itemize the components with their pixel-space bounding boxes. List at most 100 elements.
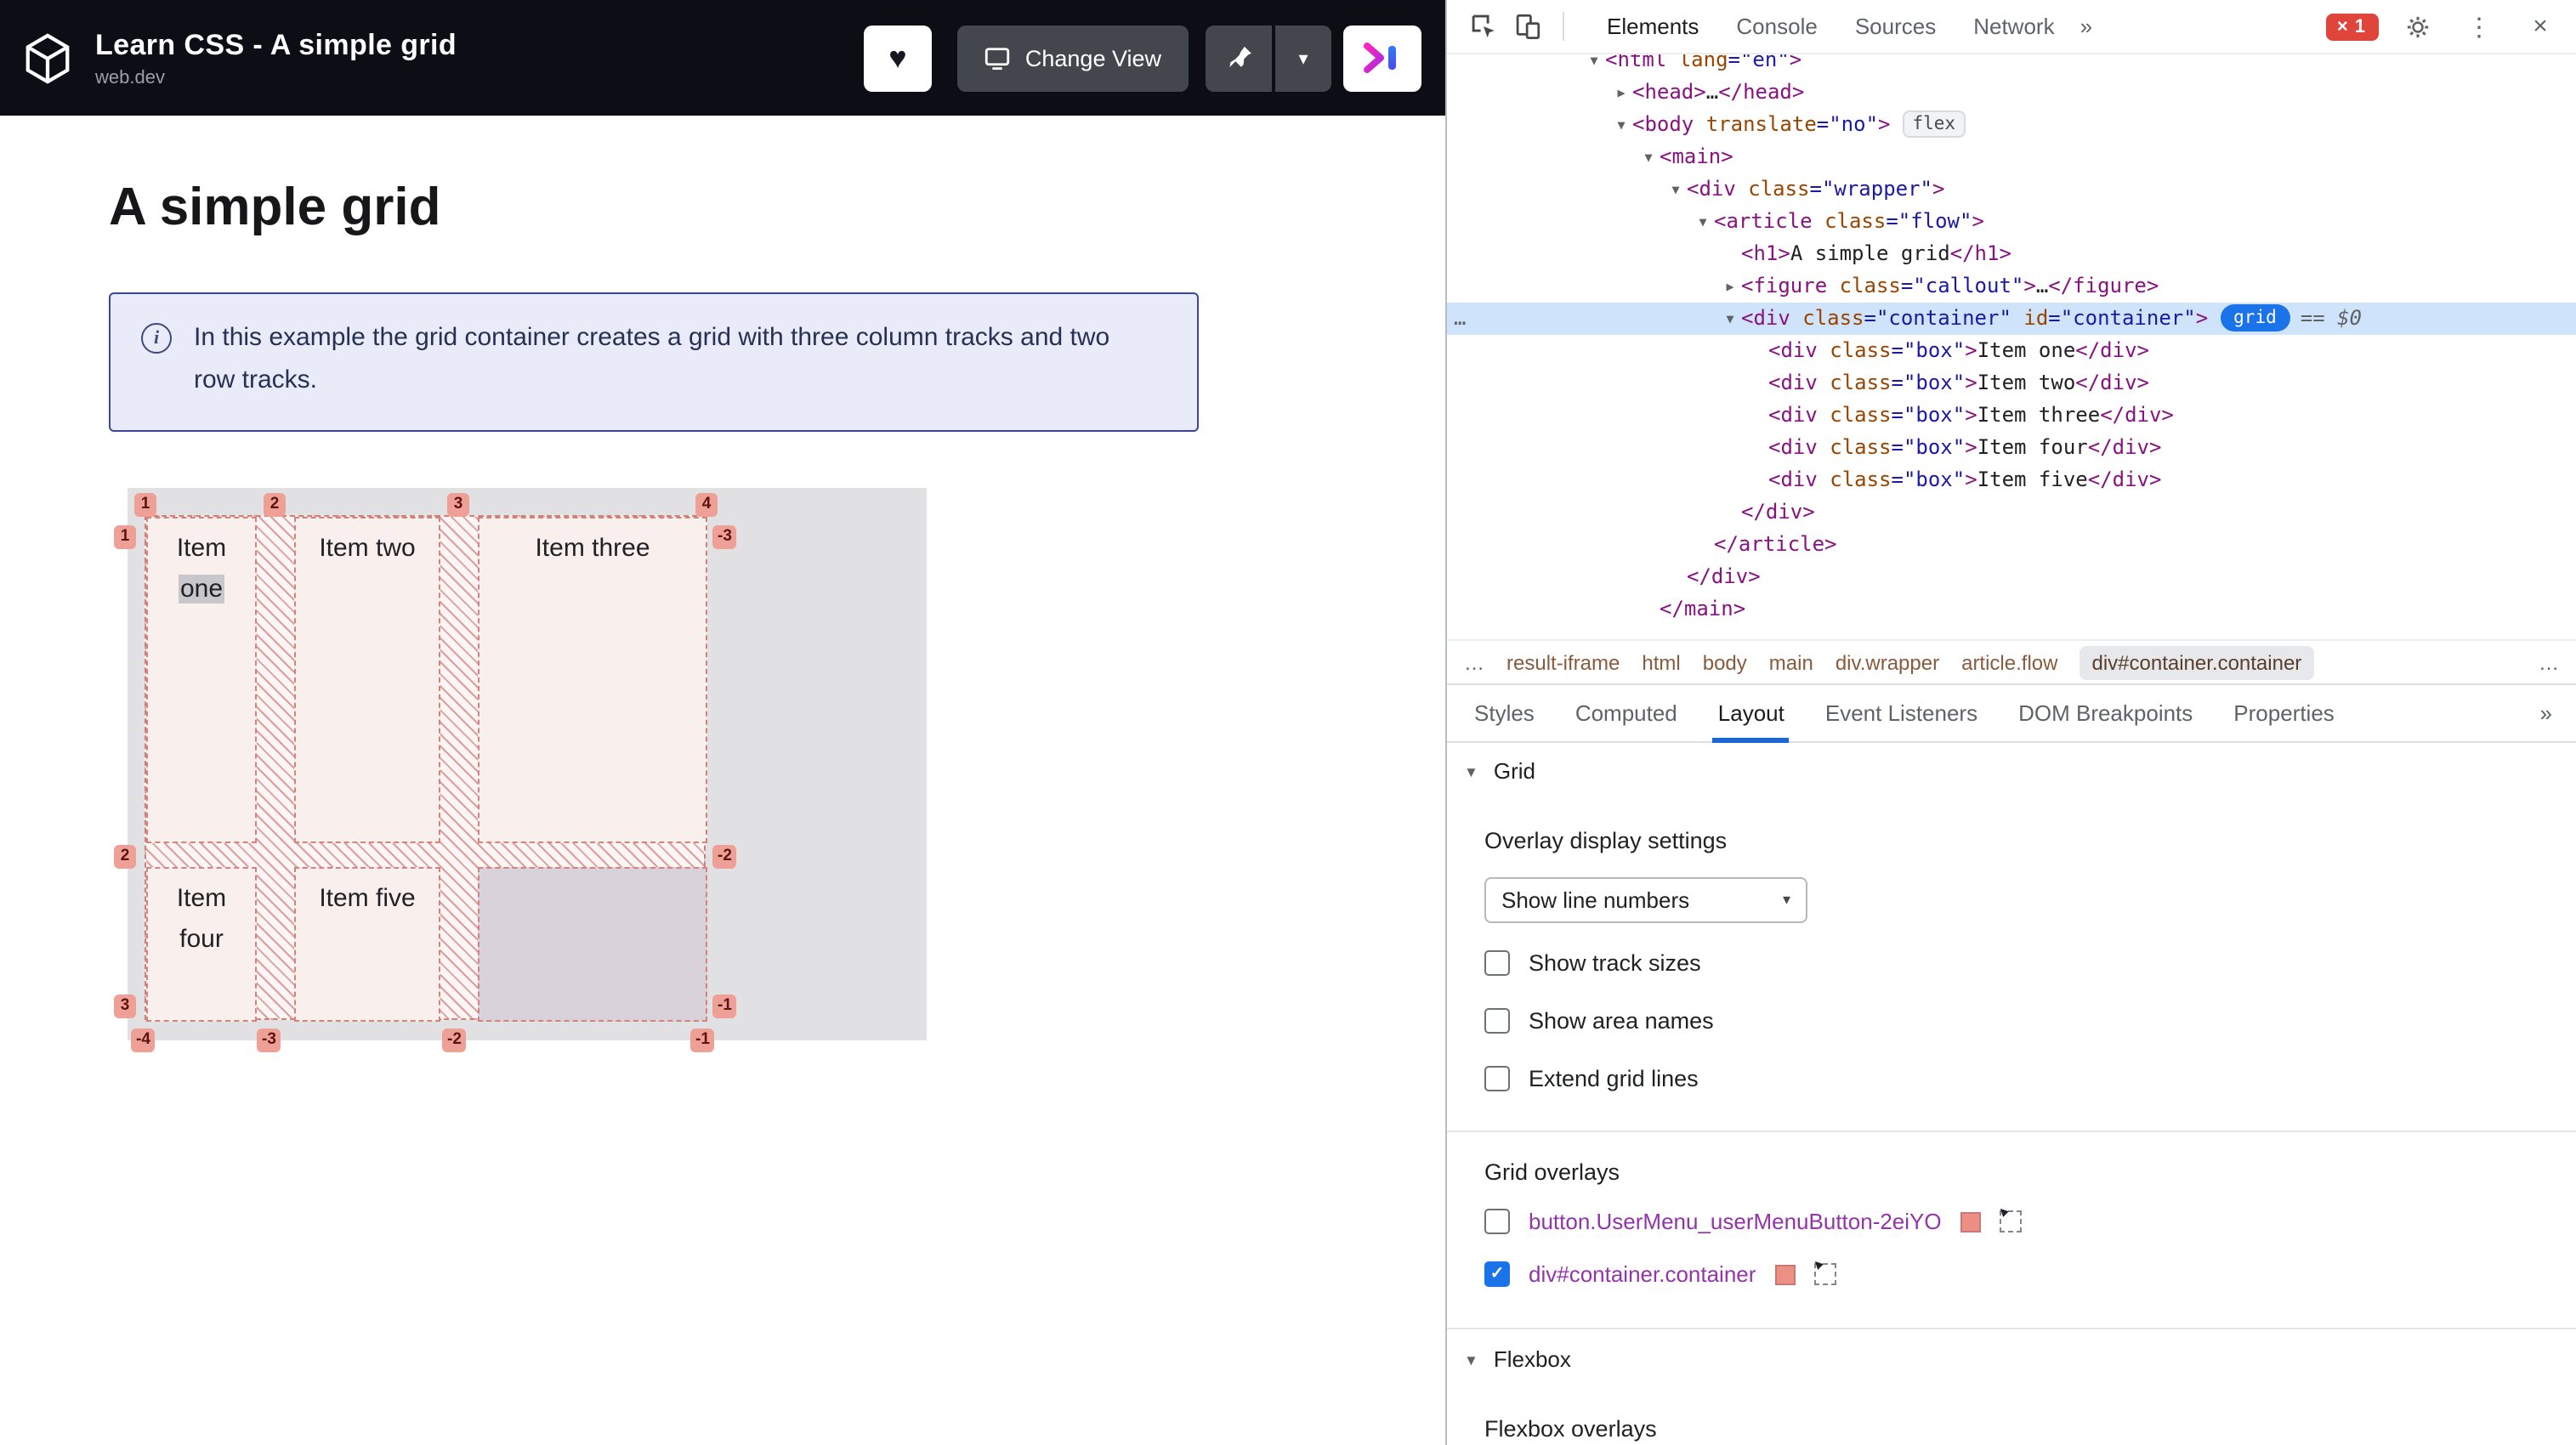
dom-tree-node[interactable]: ▼ <body translate="no"> flex	[1447, 109, 2576, 141]
display-setting-row[interactable]: Show area names	[1447, 991, 2576, 1049]
overlay-color-swatch[interactable]	[1960, 1211, 1981, 1232]
dom-tree-node[interactable]: ▶ <figure class="callout">…</figure>	[1447, 270, 2576, 303]
sidebar-tab-styles[interactable]: Styles	[1454, 684, 1555, 742]
dom-tree-node[interactable]: </div>	[1447, 496, 2576, 529]
grid-overlay-row[interactable]: button.UserMenu_userMenuButton-2eiYO	[1447, 1195, 2576, 1248]
checkbox[interactable]	[1484, 1007, 1510, 1033]
header-actions: ♥ Change View ▾	[863, 25, 1421, 91]
device-toolbar-icon[interactable]	[1505, 4, 1549, 48]
dom-tree-node[interactable]: ▼ <div class="wrapper">	[1447, 173, 2576, 206]
select-element-icon[interactable]	[1813, 1263, 1836, 1285]
toggle-expanded-icon[interactable]: ▼	[1585, 54, 1603, 76]
inspect-element-icon[interactable]	[1461, 4, 1505, 48]
more-panels-icon[interactable]: »	[2074, 14, 2099, 39]
open-in-editor-button[interactable]	[1343, 25, 1421, 91]
code-token: </div>	[1741, 500, 1815, 524]
checkbox[interactable]: ✓	[1484, 1261, 1510, 1287]
flex-badge[interactable]: flex	[1902, 110, 1966, 138]
panel-tab-sources[interactable]: Sources	[1836, 0, 1955, 54]
toggle-collapsed-icon[interactable]: ▶	[1612, 76, 1631, 109]
breadcrumb-item[interactable]: …	[1464, 650, 1484, 674]
grid-badge[interactable]: grid	[2220, 304, 2290, 332]
overlay-color-swatch[interactable]	[1774, 1264, 1796, 1284]
dom-tree-node[interactable]: <div class="box">Item three</div>	[1447, 400, 2576, 432]
grid-line-number-badge: 1	[114, 524, 136, 549]
devtools-panel-tabs: Elements Console Sources Network	[1588, 0, 2074, 54]
flexbox-section-label: Flexbox	[1493, 1346, 1571, 1372]
dom-tree-node[interactable]: <div class="box">Item two</div>	[1447, 367, 2576, 400]
close-devtools-icon[interactable]: ×	[2518, 4, 2562, 48]
node-options-icon[interactable]: …	[1454, 303, 1466, 335]
dom-tree-node[interactable]: ▼ <article class="flow">	[1447, 206, 2576, 238]
breadcrumb: … result-iframe html body main div.wrapper art…	[1447, 639, 2576, 685]
panel-tab-console[interactable]: Console	[1717, 0, 1836, 54]
layout-panel: ▼ Grid Overlay display settings Show lin…	[1447, 743, 2576, 1445]
change-view-button[interactable]: Change View	[956, 25, 1189, 91]
dom-tree-node[interactable]: </div>	[1447, 561, 2576, 593]
toggle-expanded-icon[interactable]: ▼	[1694, 206, 1712, 238]
favorite-button[interactable]: ♥	[863, 25, 932, 91]
line-numbers-select[interactable]: Show line numbers ▾	[1484, 877, 1807, 923]
dom-tree-node[interactable]: <div class="box">Item four</div>	[1447, 432, 2576, 464]
code-token: ="box"	[1891, 371, 1966, 394]
dom-tree-node[interactable]: <div class="box">Item five</div>	[1447, 464, 2576, 496]
triangle-down-icon: ▼	[1464, 1351, 1478, 1368]
sidebar-tab-properties[interactable]: Properties	[2213, 684, 2355, 742]
toggle-expanded-icon[interactable]: ▼	[1612, 109, 1631, 141]
kebab-menu-icon[interactable]: ⋮	[2457, 4, 2501, 48]
breadcrumb-item[interactable]: div#container.container	[2080, 645, 2314, 679]
more-sidebar-tabs-icon[interactable]: »	[2540, 700, 2569, 726]
dom-tree-node[interactable]: </main>	[1447, 593, 2576, 626]
breadcrumb-item[interactable]: article.flow	[1961, 650, 2057, 674]
settings-gear-icon[interactable]	[2396, 4, 2440, 48]
dom-tree-node[interactable]: <h1>A simple grid</h1>	[1447, 238, 2576, 270]
toggle-expanded-icon[interactable]: ▼	[1666, 173, 1685, 206]
select-element-icon[interactable]	[1999, 1210, 2022, 1232]
code-token: <body	[1632, 112, 1706, 136]
code-token: <div	[1768, 371, 1830, 394]
code-token: ="en"	[1728, 54, 1790, 71]
code-token: <figure	[1741, 274, 1840, 298]
dom-tree-node[interactable]: ▶ <head>…</head>	[1447, 76, 2576, 109]
grid-overlays-label: Grid overlays	[1484, 1159, 1620, 1185]
breadcrumb-item[interactable]: div.wrapper	[1836, 650, 1939, 674]
breadcrumb-item[interactable]: html	[1642, 650, 1680, 674]
breadcrumb-item[interactable]: result-iframe	[1506, 650, 1620, 674]
breadcrumb-item[interactable]: main	[1769, 650, 1813, 674]
code-token: </main>	[1660, 597, 1746, 620]
panel-tab-elements[interactable]: Elements	[1588, 0, 1717, 54]
dom-tree-node[interactable]: </article>	[1447, 529, 2576, 561]
checkbox[interactable]	[1484, 1209, 1510, 1234]
title-block: Learn CSS - A simple grid web.dev	[95, 28, 457, 88]
panel-tab-network[interactable]: Network	[1955, 0, 2073, 54]
display-setting-row[interactable]: Show track sizes	[1447, 933, 2576, 991]
sidebar-tab-computed[interactable]: Computed	[1555, 684, 1698, 742]
pin-button[interactable]	[1206, 25, 1272, 91]
dom-tree-node[interactable]: ▼ <main>	[1447, 141, 2576, 173]
breadcrumb-item[interactable]: body	[1703, 650, 1747, 674]
expand-button[interactable]: ▾	[1275, 25, 1331, 91]
grid-overlay-row[interactable]: ✓ div#container.container	[1447, 1248, 2576, 1300]
toggle-expanded-icon[interactable]: ▼	[1639, 141, 1658, 173]
code-token: >	[1965, 435, 1977, 459]
breadcrumb-item[interactable]: …	[2539, 650, 2559, 674]
code-token: <html	[1605, 54, 1679, 71]
checkbox[interactable]	[1484, 949, 1510, 975]
dom-tree-node[interactable]: <div class="box">Item one</div>	[1447, 335, 2576, 367]
dom-tree-node[interactable]: … ▼ <div class="container" id="container">…	[1447, 303, 2576, 335]
sidebar-tab-dom-breakpoints[interactable]: DOM Breakpoints	[1998, 684, 2213, 742]
code-token: <div	[1741, 306, 1803, 330]
article-heading: A simple grid	[109, 177, 441, 236]
sidebar-tab-event-listeners[interactable]: Event Listeners	[1805, 684, 1998, 742]
webdev-logo-icon[interactable]	[20, 31, 75, 84]
toggle-collapsed-icon[interactable]: ▶	[1721, 270, 1739, 303]
flexbox-section-header[interactable]: ▼ Flexbox	[1447, 1328, 2576, 1386]
checkbox[interactable]	[1484, 1065, 1510, 1091]
grid-section-header[interactable]: ▼ Grid	[1447, 743, 2576, 797]
error-badge[interactable]: × 1	[2326, 13, 2379, 40]
display-setting-row[interactable]: Extend grid lines	[1447, 1049, 2576, 1107]
toggle-expanded-icon[interactable]: ▼	[1721, 303, 1739, 335]
sidebar-tab-layout[interactable]: Layout	[1698, 684, 1805, 742]
dom-tree-node[interactable]: ▼ <html lang="en">	[1447, 54, 2576, 76]
code-token: >	[1878, 112, 1891, 136]
